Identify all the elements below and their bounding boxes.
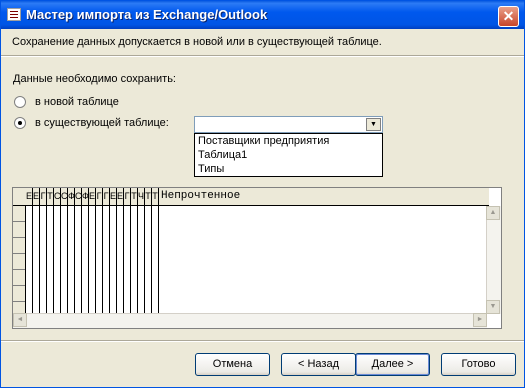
- column-header[interactable]: Е: [33, 188, 40, 205]
- table-combo[interactable]: ▼: [194, 116, 383, 133]
- column-divider: [81, 206, 82, 314]
- import-wizard-window: Мастер импорта из Exchange/Outlook ✕ Сох…: [0, 0, 525, 388]
- horizontal-scrollbar[interactable]: ◄ ►: [13, 313, 487, 328]
- column-divider: [130, 206, 131, 314]
- column-header[interactable]: Е: [117, 188, 124, 205]
- column-divider: [151, 206, 152, 314]
- vertical-scrollbar[interactable]: ▲ ▼: [486, 206, 501, 314]
- save-prompt: Данные необходимо сохранить:: [13, 73, 176, 85]
- row-selector[interactable]: [13, 238, 25, 254]
- back-button[interactable]: < Назад: [281, 353, 356, 376]
- radio-existing-table[interactable]: [14, 117, 26, 129]
- column-divider: [67, 206, 68, 314]
- window-title: Мастер импорта из Exchange/Outlook: [26, 7, 268, 22]
- column-divider: [102, 206, 103, 314]
- data-preview-grid[interactable]: Е Е Г Т С С Ф С Ф Е Г Г Е Е Г Т Ч Т Т Непрочтенное ▲ ▼ ◄ ►: [12, 187, 502, 329]
- column-header[interactable]: Ч: [138, 188, 145, 205]
- dropdown-item[interactable]: Типы: [195, 162, 382, 176]
- close-button[interactable]: ✕: [498, 6, 519, 27]
- column-divider: [46, 206, 47, 314]
- top-divider: [1, 55, 524, 57]
- column-divider: [53, 206, 54, 314]
- column-header[interactable]: Г: [103, 188, 110, 205]
- column-header[interactable]: Г: [40, 188, 47, 205]
- row-selector[interactable]: [13, 254, 25, 270]
- radio-new-table[interactable]: [14, 96, 26, 108]
- column-divider: [109, 206, 110, 314]
- column-header[interactable]: С: [75, 188, 82, 205]
- description-text: Сохранение данных допускается в новой ил…: [12, 36, 382, 48]
- finish-button[interactable]: Готово: [441, 353, 516, 376]
- next-button[interactable]: Далее >: [355, 353, 430, 376]
- grid-header: Е Е Г Т С С Ф С Ф Е Г Г Е Е Г Т Ч Т Т Непрочтенное: [13, 188, 489, 206]
- chevron-down-icon[interactable]: ▼: [366, 118, 381, 131]
- scroll-down-icon[interactable]: ▼: [486, 300, 500, 314]
- column-divider: [95, 206, 96, 314]
- scroll-up-icon[interactable]: ▲: [486, 206, 500, 220]
- row-selector[interactable]: [13, 270, 25, 286]
- column-header[interactable]: Т: [131, 188, 138, 205]
- column-divider: [74, 206, 75, 314]
- title-bar[interactable]: Мастер импорта из Exchange/Outlook ✕: [1, 1, 524, 29]
- column-header[interactable]: Непрочтенное: [159, 188, 489, 205]
- column-header[interactable]: Е: [26, 188, 33, 205]
- scroll-right-icon[interactable]: ►: [473, 313, 487, 327]
- table-dropdown-list: Поставщики предприятия Таблица1 Типы: [194, 133, 383, 177]
- row-selector[interactable]: [13, 222, 25, 238]
- row-selector[interactable]: [13, 206, 25, 222]
- column-header[interactable]: Ф: [82, 188, 89, 205]
- column-header[interactable]: Г: [124, 188, 131, 205]
- dropdown-item[interactable]: Поставщики предприятия: [195, 134, 382, 148]
- column-divider: [88, 206, 89, 314]
- column-header[interactable]: С: [54, 188, 61, 205]
- column-divider: [60, 206, 61, 314]
- dropdown-item[interactable]: Таблица1: [195, 148, 382, 162]
- column-divider: [158, 206, 159, 314]
- cancel-button[interactable]: Отмена: [195, 353, 270, 376]
- column-header[interactable]: Е: [110, 188, 117, 205]
- access-form-icon: [7, 8, 21, 21]
- bottom-divider: [1, 340, 524, 342]
- radio-new-table-label[interactable]: в новой таблице: [35, 96, 119, 108]
- column-header[interactable]: Г: [96, 188, 103, 205]
- column-divider: [116, 206, 117, 314]
- column-header[interactable]: Т: [145, 188, 152, 205]
- column-divider: [123, 206, 124, 314]
- column-header[interactable]: Ф: [68, 188, 75, 205]
- column-header[interactable]: Т: [47, 188, 54, 205]
- column-divider: [144, 206, 145, 314]
- column-divider: [32, 206, 33, 314]
- column-header[interactable]: С: [61, 188, 68, 205]
- row-selector[interactable]: [13, 286, 25, 302]
- column-divider: [137, 206, 138, 314]
- scroll-left-icon[interactable]: ◄: [13, 313, 27, 327]
- column-header[interactable]: Т: [152, 188, 159, 205]
- row-selectors: [13, 206, 26, 318]
- radio-existing-table-label[interactable]: в существующей таблице:: [35, 117, 169, 129]
- column-header[interactable]: Е: [89, 188, 96, 205]
- column-divider: [39, 206, 40, 314]
